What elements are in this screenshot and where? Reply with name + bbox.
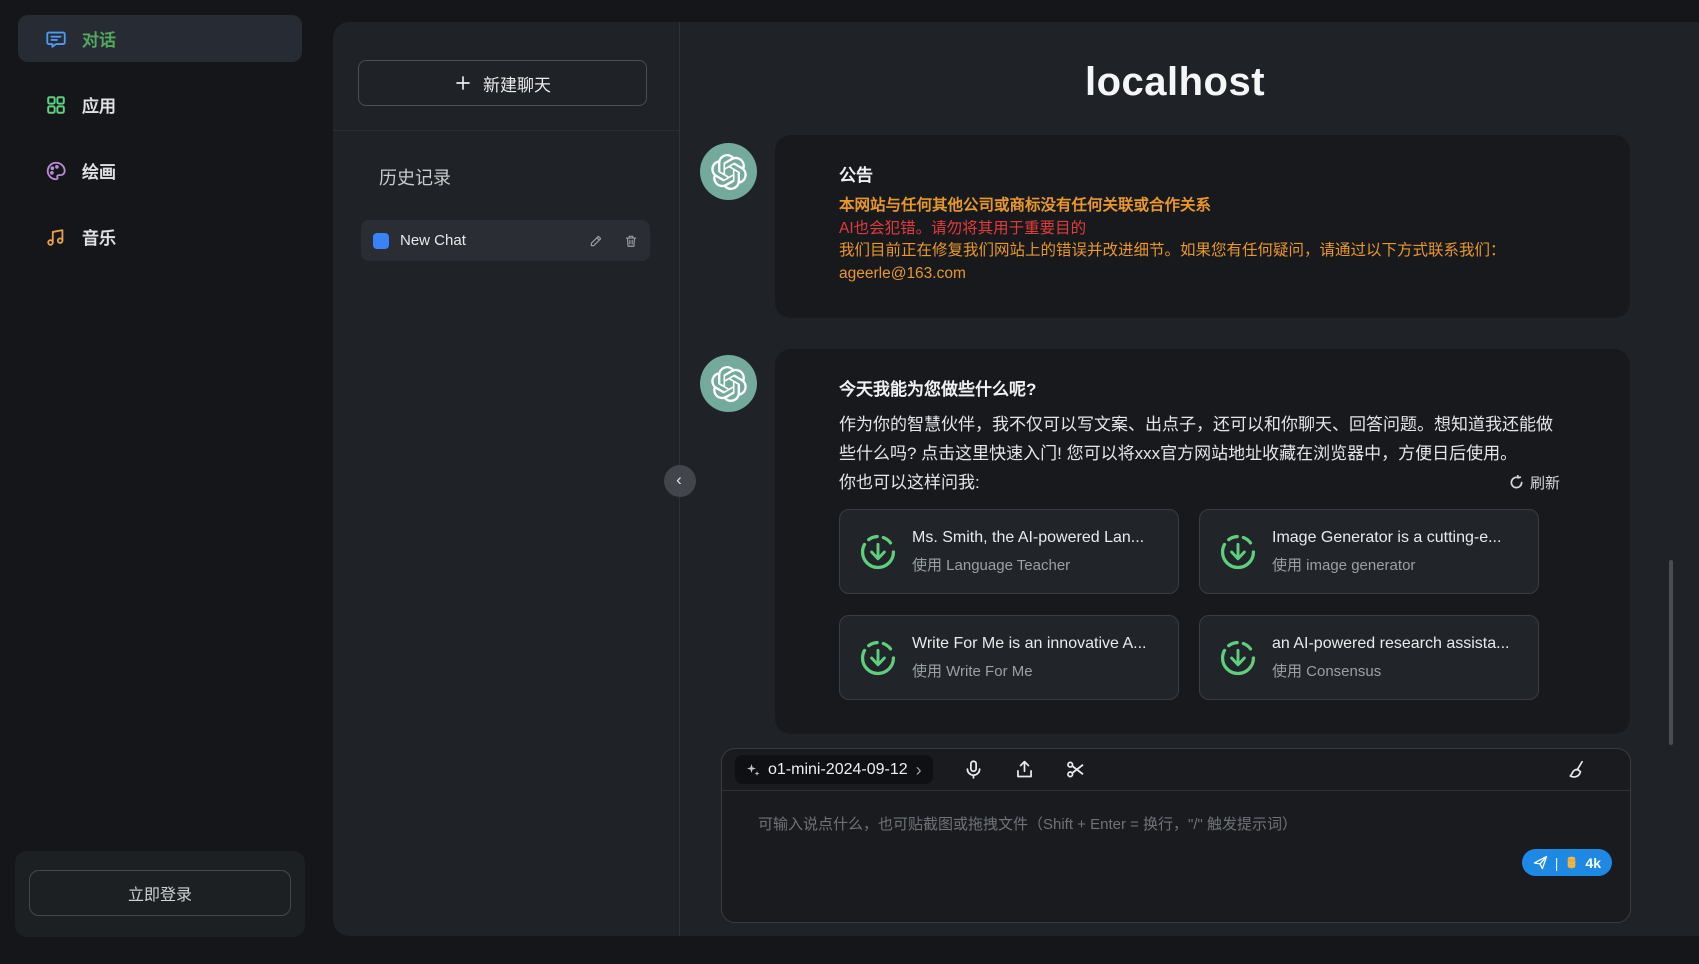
chat-bubble-icon	[45, 28, 67, 50]
upload-button[interactable]	[1014, 759, 1035, 780]
new-chat-button[interactable]: 新建聊天	[358, 60, 647, 106]
download-circle-icon	[1218, 532, 1258, 572]
download-circle-icon	[858, 532, 898, 572]
login-button[interactable]: 立即登录	[29, 870, 291, 916]
collapse-sidebar-button[interactable]: ‹	[664, 465, 696, 497]
suggestion-title: an AI-powered research assista...	[1272, 635, 1509, 653]
welcome-body: 作为你的智慧伙伴，我不仅可以写文案、出点子，还可以和你聊天、回答问题。想知道我还…	[839, 410, 1566, 468]
suggestion-subtitle: 使用 image generator	[1272, 554, 1501, 575]
suggestion-title: Image Generator is a cutting-e...	[1272, 529, 1501, 547]
token-badge[interactable]: | 4k	[1522, 849, 1612, 876]
assistant-avatar	[700, 355, 757, 412]
suggestion-cards: Ms. Smith, the AI-powered Lan... 使用 Lang…	[839, 509, 1566, 700]
suggestion-title: Write For Me is an innovative A...	[912, 635, 1146, 653]
welcome-message: 今天我能为您做些什么呢? 作为你的智慧伙伴，我不仅可以写文案、出点子，还可以和你…	[775, 349, 1630, 734]
history-divider	[333, 130, 679, 131]
announcement-message: 公告 本网站与任何其他公司或商标没有任何关联或合作关系 AI也会犯错。请勿将其用…	[775, 135, 1630, 318]
sidebar-item-label: 应用	[82, 92, 116, 117]
suggestion-title: Ms. Smith, the AI-powered Lan...	[912, 529, 1144, 547]
openai-logo-icon	[711, 154, 747, 190]
assistant-avatar	[700, 143, 757, 200]
suggestion-subtitle: 使用 Write For Me	[912, 660, 1146, 681]
music-note-icon	[45, 226, 67, 248]
contact-email-link[interactable]: ageerle@163.com	[839, 263, 1566, 286]
page-title: localhost	[680, 60, 1670, 105]
sidebar-item-chat[interactable]: 对话	[18, 15, 302, 62]
sidebar-item-label: 对话	[82, 26, 116, 51]
clear-broom-button[interactable]	[1567, 759, 1589, 781]
refresh-icon	[1509, 475, 1524, 490]
microphone-icon	[963, 759, 984, 780]
announcement-maintenance-line: 我们目前正在修复我们网站上的错误并改进细节。如果您有任何疑问，请通过以下方式联系…	[839, 240, 1566, 263]
model-selector[interactable]: o1-mini-2024-09-12 ›	[735, 755, 933, 784]
welcome-heading: 今天我能为您做些什么呢?	[839, 375, 1566, 400]
history-item-title: New Chat	[400, 232, 568, 249]
suggestion-card[interactable]: an AI-powered research assista... 使用 Con…	[1199, 615, 1539, 700]
history-panel: 新建聊天 历史记录 New Chat	[333, 22, 680, 936]
token-badge-label: 4k	[1585, 855, 1601, 871]
announcement-heading: 公告	[839, 161, 1566, 186]
model-selector-label: o1-mini-2024-09-12	[768, 761, 908, 779]
history-item[interactable]: New Chat	[361, 220, 650, 261]
chat-area: localhost 公告 本网站与任何其他公司或商标没有任何关联或合作关系 AI…	[680, 22, 1670, 936]
download-circle-icon	[858, 638, 898, 678]
announcement-affiliation-line: 本网站与任何其他公司或商标没有任何关联或合作关系	[839, 195, 1566, 218]
suggestion-subtitle: 使用 Consensus	[1272, 660, 1509, 681]
coins-icon	[1565, 856, 1578, 869]
new-chat-button-label: 新建聊天	[483, 71, 551, 96]
suggestion-subtitle: 使用 Language Teacher	[912, 554, 1144, 575]
microphone-button[interactable]	[963, 759, 984, 780]
history-heading: 历史记录	[379, 164, 679, 190]
suggestion-card[interactable]: Write For Me is an innovative A... 使用 Wr…	[839, 615, 1179, 700]
sidebar-item-apps[interactable]: 应用	[18, 81, 302, 128]
sidebar-item-music[interactable]: 音乐	[18, 213, 302, 260]
app: { "sidebar": { "items": [ {"label": "对话"…	[0, 0, 1699, 964]
broom-icon	[1567, 759, 1589, 781]
sidebar-item-drawing[interactable]: 绘画	[18, 147, 302, 194]
refresh-button[interactable]: 刷新	[1503, 471, 1566, 494]
login-card: 立即登录	[15, 851, 305, 937]
sidebar-item-label: 绘画	[82, 158, 116, 183]
sidebar: 对话 应用 绘画 音乐 立即登录	[0, 0, 333, 964]
chevron-left-icon: ‹	[676, 470, 682, 490]
composer-toolbar: o1-mini-2024-09-12 ›	[722, 749, 1630, 791]
suggestion-card[interactable]: Ms. Smith, the AI-powered Lan... 使用 Lang…	[839, 509, 1179, 594]
trash-icon[interactable]	[624, 234, 638, 248]
message-input[interactable]	[722, 791, 1630, 922]
badge-divider: |	[1555, 855, 1559, 871]
suggestion-card[interactable]: Image Generator is a cutting-e... 使用 ima…	[1199, 509, 1539, 594]
upload-icon	[1014, 759, 1035, 780]
sidebar-item-label: 音乐	[82, 224, 116, 249]
sparkle-icon	[746, 763, 760, 777]
chat-item-color-icon	[373, 233, 389, 249]
content-card: 新建聊天 历史记录 New Chat localhost	[333, 22, 1699, 936]
edit-icon[interactable]	[589, 234, 603, 248]
chevron-right-icon: ›	[916, 761, 922, 779]
plus-icon	[454, 74, 472, 92]
scissors-button[interactable]	[1065, 759, 1086, 780]
send-icon	[1533, 855, 1548, 870]
composer: o1-mini-2024-09-12 ›	[721, 748, 1631, 923]
composer-body: | 4k	[722, 791, 1630, 922]
ask-hint: 你也可以这样问我:	[839, 468, 980, 497]
apps-grid-icon	[45, 94, 67, 116]
refresh-button-label: 刷新	[1530, 472, 1560, 493]
palette-icon	[45, 160, 67, 182]
download-circle-icon	[1218, 638, 1258, 678]
openai-logo-icon	[711, 366, 747, 402]
announcement-warning-line: AI也会犯错。请勿将其用于重要目的	[839, 218, 1566, 241]
scrollbar-thumb[interactable]	[1669, 560, 1673, 745]
scissors-icon	[1065, 759, 1086, 780]
